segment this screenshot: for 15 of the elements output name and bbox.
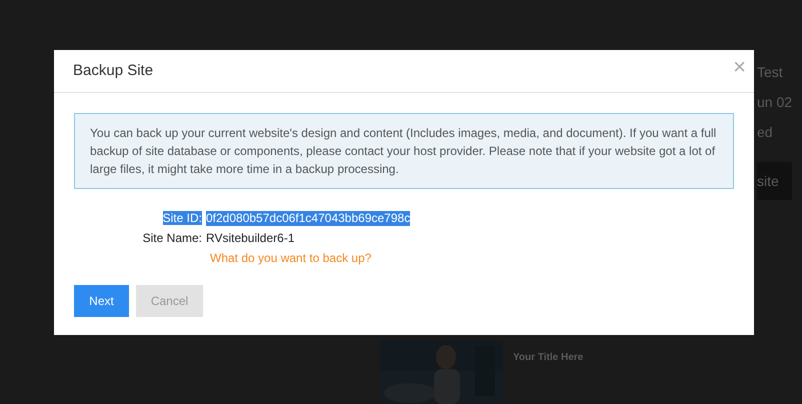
cancel-button[interactable]: Cancel (136, 285, 203, 317)
close-button[interactable]: × (733, 56, 746, 78)
next-button[interactable]: Next (74, 285, 129, 317)
background-text: un 02 (757, 93, 792, 112)
field-label: Site ID: (162, 211, 203, 226)
field-label: Site Name: (142, 231, 203, 246)
backup-question: What do you want to back up? (210, 251, 372, 266)
field-value: RVsitebuilder6-1 (206, 231, 294, 246)
background-button[interactable]: site (757, 162, 792, 200)
notice-message: You can back up your current website's design and content (Includes images, media, and document). If you want a full backup of site database or components, please contact your host provider. Please note that if your website got a lot of large files, it might take more time in a backup processing. (74, 113, 734, 189)
card-title: Your Title Here (513, 351, 584, 365)
background-text: Test (757, 63, 784, 82)
background-text: ed (757, 123, 774, 142)
dialog-title: Backup Site (73, 61, 154, 82)
field-value: 0f2d080b57dc06f1c47043bb69ce798c (206, 211, 410, 226)
